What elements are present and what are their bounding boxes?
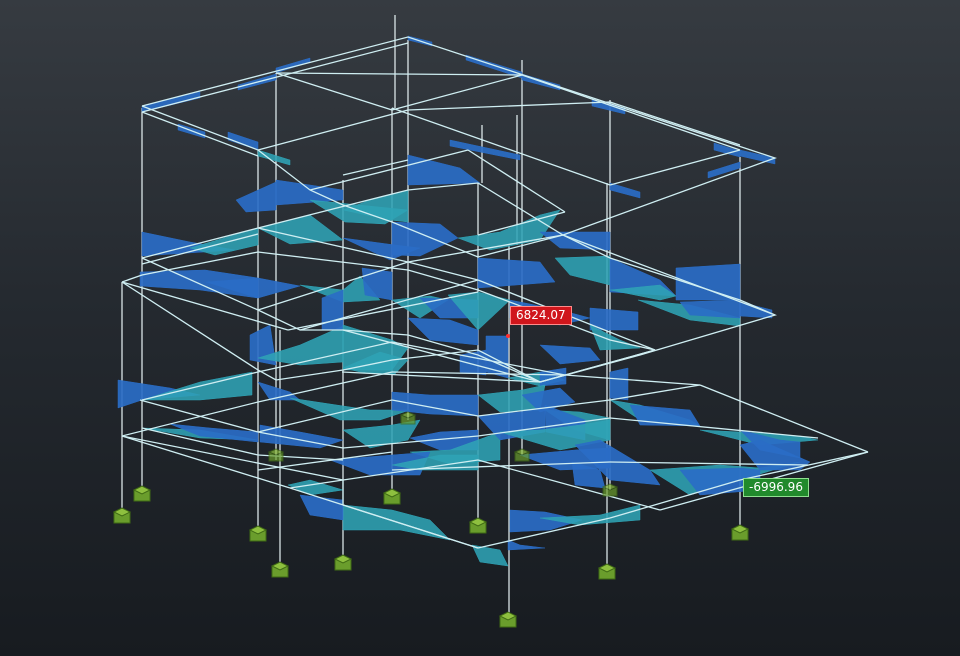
max-marker bbox=[506, 334, 510, 338]
min-value-label: -6996.96 bbox=[743, 478, 809, 497]
structure-render bbox=[112, 15, 869, 628]
max-value-label: 6824.07 bbox=[510, 306, 572, 325]
model-viewport[interactable]: 6824.07 -6996.96 bbox=[0, 0, 960, 656]
moment-diagrams bbox=[117, 35, 819, 567]
